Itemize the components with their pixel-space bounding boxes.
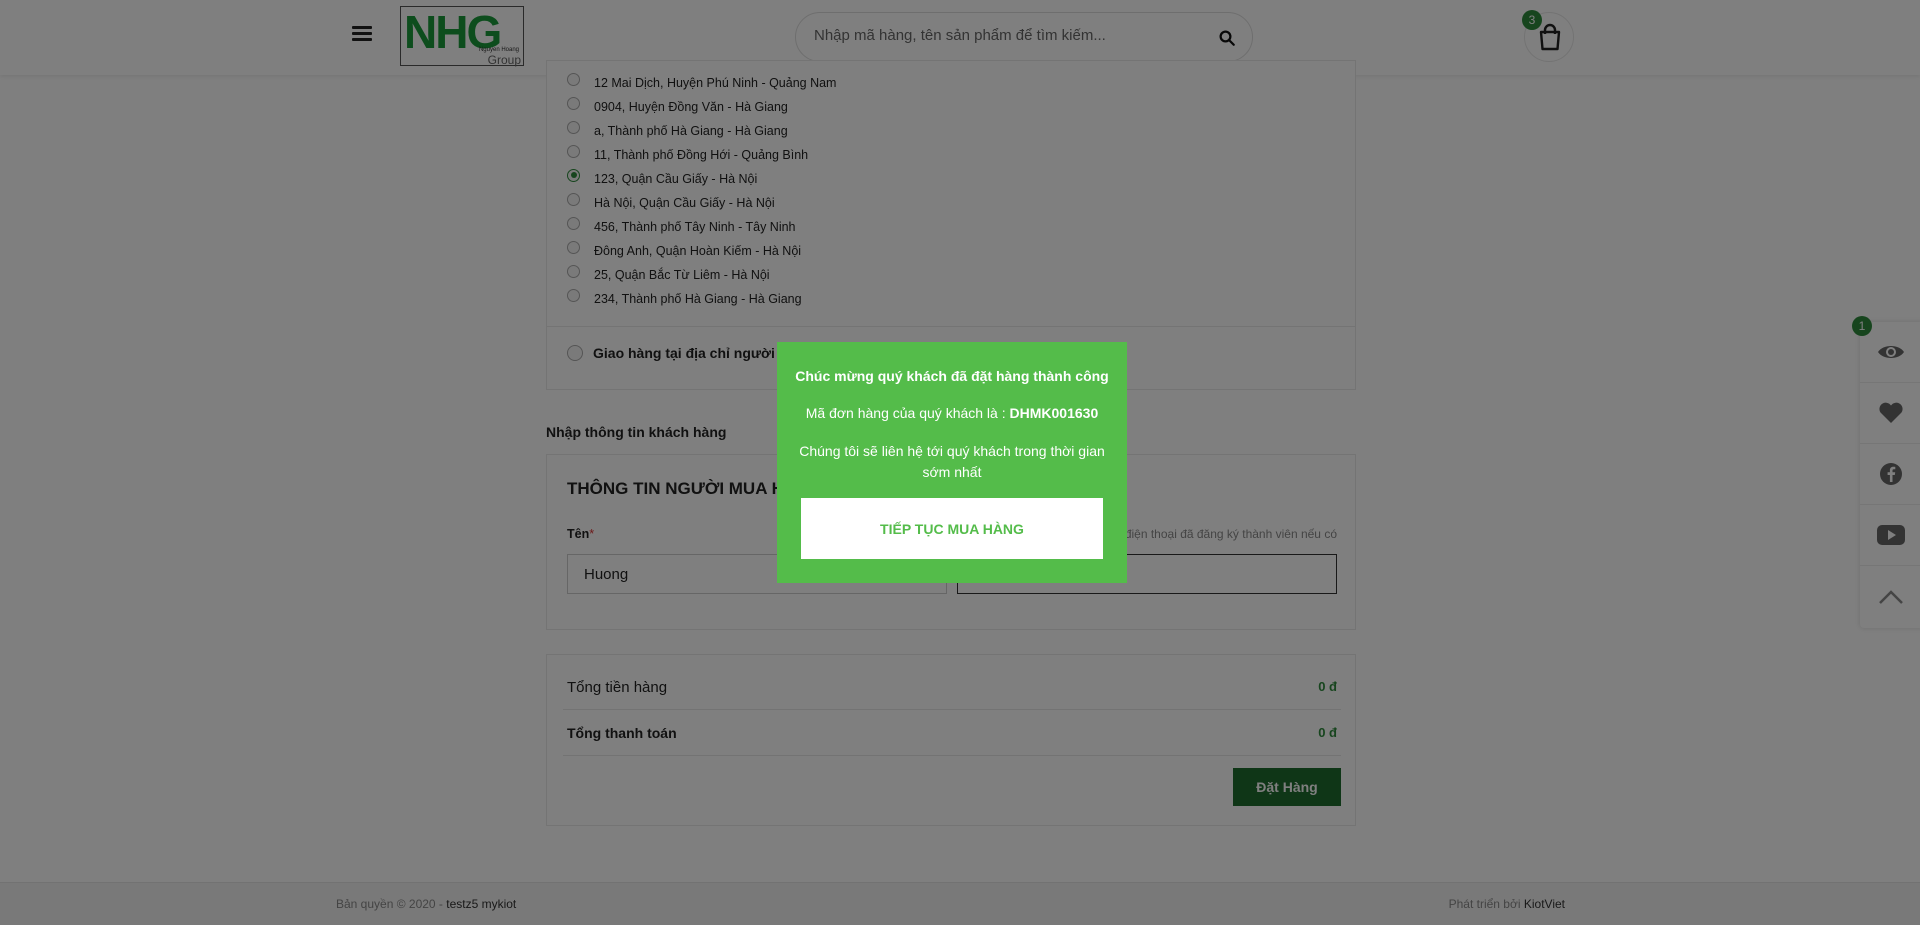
modal-message: Chúng tôi sẽ liên hệ tới quý khách trong…: [799, 443, 1105, 480]
continue-shopping-button[interactable]: TIẾP TỤC MUA HÀNG: [801, 498, 1103, 559]
order-success-modal: Chúc mừng quý khách đã đặt hàng thành cô…: [777, 342, 1127, 583]
order-code-prefix: Mã đơn hàng của quý khách là :: [805, 405, 1010, 421]
modal-title: Chúc mừng quý khách đã đặt hàng thành cô…: [795, 368, 1109, 384]
order-code-line: Mã đơn hàng của quý khách là : DHMK00163…: [777, 405, 1127, 421]
order-code: DHMK001630: [1009, 405, 1099, 421]
